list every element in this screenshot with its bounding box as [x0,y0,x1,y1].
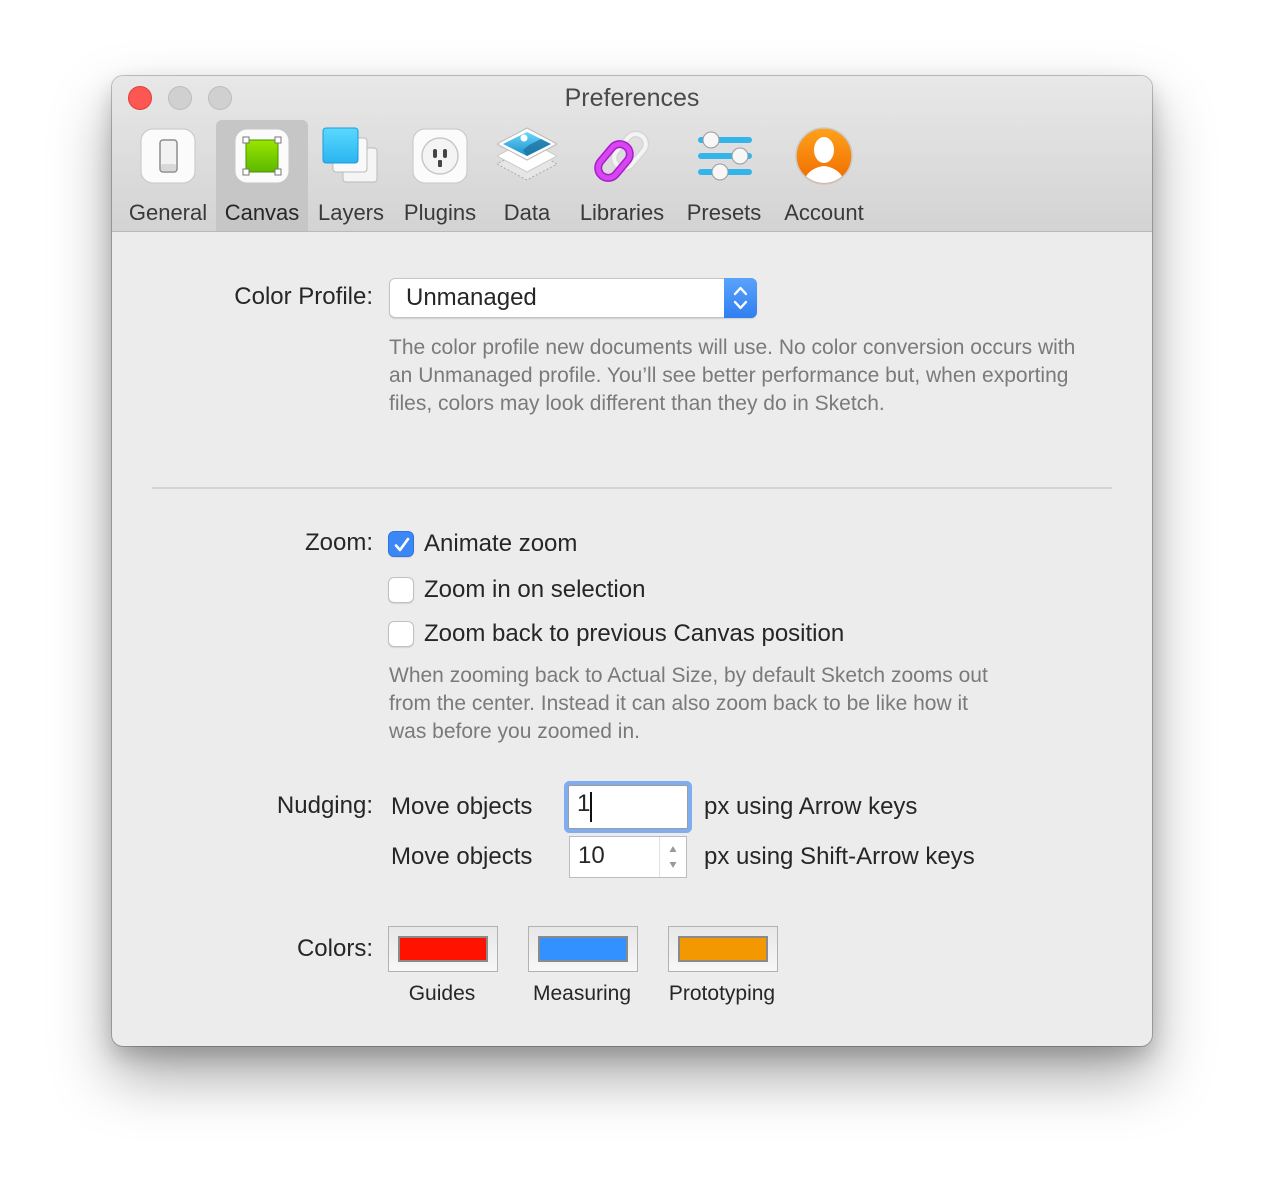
tab-label: Plugins [403,200,477,225]
sliders-icon [694,126,754,186]
tab-label: Layers [317,200,385,225]
canvas-preferences-pane: Color Profile: Unmanaged The color profi… [112,232,1152,1046]
guides-color-well[interactable] [388,926,498,972]
measuring-color-well[interactable] [528,926,638,972]
tab-data[interactable]: Data [486,120,568,231]
nudge-shift-stepper[interactable] [659,837,686,877]
color-profile-label: Color Profile: [234,283,373,310]
nudge-shift-suffix: px using Shift-Arrow keys [704,843,975,870]
canvas-artboard-icon [232,126,292,186]
nudging-label: Nudging: [276,792,373,819]
zoom-back-previous-label: Zoom back to previous Canvas position [424,620,845,647]
guides-color-swatch [398,936,488,962]
prototyping-color-label: Prototyping [668,982,776,1005]
checkmark-icon [394,537,410,552]
color-profile-help: The color profile new documents will use… [389,336,1076,415]
color-profile-value: Unmanaged [406,284,537,311]
preferences-window: Preferences General Canvas Layers Plugin… [112,76,1152,1046]
zoom-in-on-selection-checkbox[interactable] [388,577,414,603]
nudge-arrow-prefix: Move objects [391,793,533,820]
color-profile-select[interactable]: Unmanaged [389,278,757,318]
tab-label: General [128,200,208,225]
guides-color-label: Guides [408,982,476,1005]
zoom-in-on-selection-row[interactable]: Zoom in on selection [388,574,645,606]
nudge-shift-input[interactable]: 10 [569,836,687,878]
title-bar: Preferences General Canvas Layers Plugin… [112,76,1152,232]
tab-label: Account [784,200,864,225]
measuring-color-swatch [538,936,628,962]
tab-label: Canvas [224,200,300,225]
nudge-shift-prefix: Move objects [391,843,533,870]
measuring-color-label: Measuring [532,982,632,1005]
zoom-help: When zooming back to Actual Size, by def… [389,664,988,743]
tab-account[interactable]: Account [772,120,876,231]
data-image-stack-icon [495,126,559,186]
nudge-arrow-suffix: px using Arrow keys [704,793,918,820]
popup-arrows-icon [724,278,757,318]
zoom-label: Zoom: [304,529,373,556]
stepper-arrows-icon [669,846,677,868]
switch-icon [138,126,198,186]
plug-socket-icon [410,126,470,186]
nudge-shift-value: 10 [578,842,605,869]
zoom-in-on-selection-label: Zoom in on selection [424,576,646,603]
zoom-back-previous-row[interactable]: Zoom back to previous Canvas position [388,618,844,650]
animate-zoom-checkbox[interactable] [388,531,414,557]
prototyping-color-well[interactable] [668,926,778,972]
tab-general[interactable]: General [120,120,216,231]
nudge-arrow-value: 1 [577,790,591,817]
section-divider [152,487,1112,489]
animate-zoom-label: Animate zoom [424,530,578,557]
tab-layers[interactable]: Layers [308,120,394,231]
link-chain-icon [592,126,652,186]
prototyping-color-swatch [678,936,768,962]
tab-plugins[interactable]: Plugins [394,120,486,231]
layers-icon [321,126,381,186]
nudge-arrow-input[interactable]: 1 [568,785,688,829]
tab-libraries[interactable]: Libraries [568,120,676,231]
tab-label: Data [503,200,551,225]
animate-zoom-checkbox-row[interactable]: Animate zoom [388,528,577,560]
window-title: Preferences [564,84,700,112]
tab-label: Presets [686,200,762,225]
preferences-toolbar: General Canvas Layers Plugins Data Libra… [120,120,876,231]
tab-canvas[interactable]: Canvas [216,120,308,231]
colors-label: Colors: [296,935,373,962]
user-avatar-icon [794,126,854,186]
text-caret [590,792,592,822]
tab-label: Libraries [579,200,665,225]
tab-presets[interactable]: Presets [676,120,772,231]
zoom-back-previous-checkbox[interactable] [388,621,414,647]
